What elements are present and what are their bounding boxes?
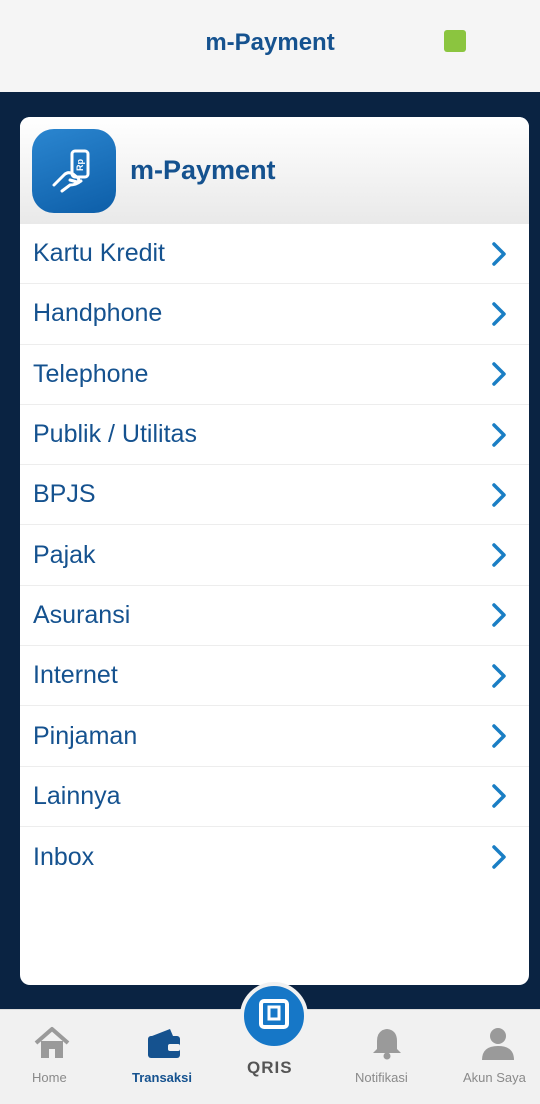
menu-item-label: Telephone xyxy=(33,359,149,388)
menu-item-inbox[interactable]: Inbox xyxy=(20,827,529,887)
nav-akun-saya[interactable]: Akun Saya xyxy=(460,1010,536,1104)
phone-rupiah-hand-icon: Rp xyxy=(32,128,116,213)
menu-item-lainnya[interactable]: Lainnya xyxy=(20,767,529,827)
menu-item-label: Pajak xyxy=(33,540,96,569)
menu-item-publik-utilitas[interactable]: Publik / Utilitas xyxy=(20,405,529,466)
menu-item-label: Handphone xyxy=(33,299,163,328)
menu-item-label: Lainnya xyxy=(33,781,121,810)
qris-icon xyxy=(259,998,289,1034)
qris-button[interactable] xyxy=(240,982,308,1050)
menu-item-label: Internet xyxy=(33,661,118,690)
menu-item-internet[interactable]: Internet xyxy=(20,646,529,707)
chevron-right-icon xyxy=(491,482,507,508)
chevron-right-icon xyxy=(491,783,507,809)
menu-item-label: Inbox xyxy=(33,842,95,871)
menu-item-bpjs[interactable]: BPJS xyxy=(20,465,529,526)
chevron-right-icon xyxy=(491,241,507,267)
menu-item-pajak[interactable]: Pajak xyxy=(20,525,529,586)
nav-transaksi[interactable]: Transaksi xyxy=(128,1010,200,1104)
menu-item-label: Kartu Kredit xyxy=(33,239,166,268)
status-indicator xyxy=(444,30,466,52)
menu-item-kartu-kredit[interactable]: Kartu Kredit xyxy=(20,224,529,285)
nav-akun-saya-label: Akun Saya xyxy=(463,1070,526,1085)
bell-icon xyxy=(371,1026,403,1065)
menu-item-label: Pinjaman xyxy=(33,721,138,750)
menu-item-telephone[interactable]: Telephone xyxy=(20,345,529,405)
menu-item-label: BPJS xyxy=(33,480,96,509)
chevron-right-icon xyxy=(491,844,507,870)
menu-item-pinjaman[interactable]: Pinjaman xyxy=(20,706,529,767)
menu-item-handphone[interactable]: Handphone xyxy=(20,284,529,345)
qris-label: QRIS xyxy=(247,1058,293,1077)
chevron-right-icon xyxy=(491,602,507,628)
nav-transaksi-label: Transaksi xyxy=(132,1070,192,1085)
chevron-right-icon xyxy=(491,361,507,387)
chevron-right-icon xyxy=(491,301,507,327)
user-icon xyxy=(480,1026,516,1065)
menu-list: Kartu Kredit Handphone Telephone Publik … xyxy=(20,224,529,887)
nav-home[interactable]: Home xyxy=(22,1010,82,1104)
nav-notifikasi[interactable]: Notifikasi xyxy=(352,1010,422,1104)
nav-home-label: Home xyxy=(32,1070,67,1085)
card-header: Rp m-Payment xyxy=(20,117,529,224)
chevron-right-icon xyxy=(491,723,507,749)
wallet-icon xyxy=(146,1026,182,1065)
chevron-right-icon xyxy=(491,663,507,689)
chevron-right-icon xyxy=(491,422,507,448)
svg-text:Rp: Rp xyxy=(75,158,85,170)
home-icon xyxy=(34,1026,70,1065)
nav-notifikasi-label: Notifikasi xyxy=(355,1070,408,1085)
payment-menu-card: Rp m-Payment Kartu Kredit Handphone Tele… xyxy=(20,117,529,985)
top-app-bar: m-Payment xyxy=(0,0,540,92)
menu-item-label: Publik / Utilitas xyxy=(33,420,197,449)
page-title: m-Payment xyxy=(205,29,335,56)
chevron-right-icon xyxy=(491,542,507,568)
menu-item-asuransi[interactable]: Asuransi xyxy=(20,586,529,647)
card-title: m-Payment xyxy=(130,155,276,185)
menu-item-label: Asuransi xyxy=(33,600,131,629)
